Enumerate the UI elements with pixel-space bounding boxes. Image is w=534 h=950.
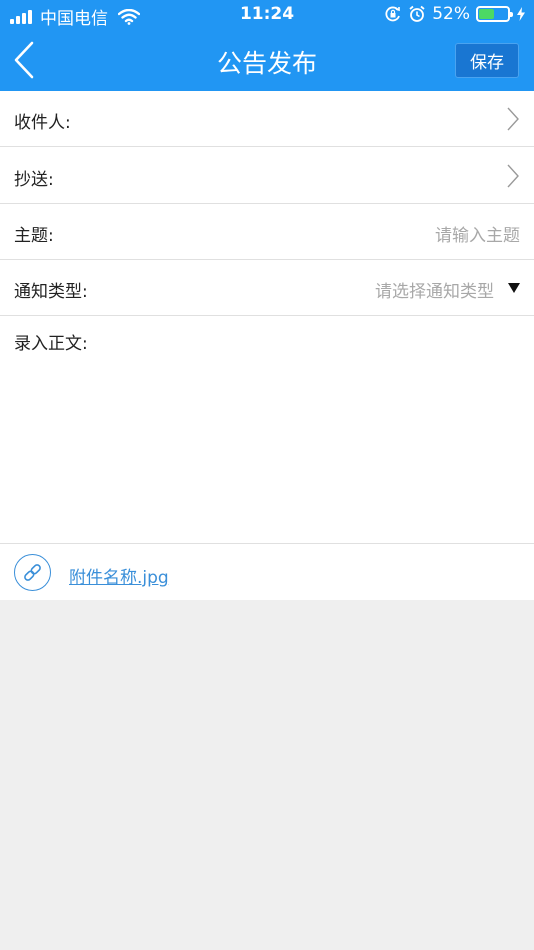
alarm-icon xyxy=(409,5,425,22)
link-icon-glyph xyxy=(24,564,41,581)
header: 中国电信 11:24 52% 公告发布 保存 xyxy=(0,0,534,91)
attachment-row: 附件名称.jpg xyxy=(0,545,534,600)
attachment-link[interactable]: 附件名称.jpg xyxy=(69,563,169,588)
battery-percent: 52% xyxy=(432,4,470,24)
save-button[interactable]: 保存 xyxy=(455,43,519,78)
recipient-row[interactable]: 收件人: xyxy=(0,91,534,147)
notice-type-label: 通知类型: xyxy=(14,282,88,302)
notice-type-select[interactable]: 请选择通知类型 xyxy=(375,277,494,302)
battery-icon xyxy=(476,6,513,22)
status-bar: 中国电信 11:24 52% xyxy=(0,0,534,30)
announcement-form: 收件人: 抄送: 主题: 请输入主题 通知类型: 请选择通知类型 录入正文: 附… xyxy=(0,91,534,600)
cc-row[interactable]: 抄送: xyxy=(0,148,534,204)
chevron-right-icon[interactable] xyxy=(506,106,520,132)
body-label: 录入正文: xyxy=(14,334,88,354)
subject-row[interactable]: 主题: 请输入主题 xyxy=(0,204,534,260)
caret-down-icon[interactable] xyxy=(508,282,520,294)
cc-label: 抄送: xyxy=(14,170,54,190)
charging-bolt-icon xyxy=(517,7,525,21)
rotation-lock-icon xyxy=(385,6,401,22)
body-text-area[interactable]: 录入正文: xyxy=(0,317,534,544)
battery-fill xyxy=(479,9,494,19)
chevron-right-icon[interactable] xyxy=(506,163,520,189)
navigation-bar: 公告发布 保存 xyxy=(0,30,534,91)
link-icon[interactable] xyxy=(14,554,51,591)
subject-input[interactable]: 请输入主题 xyxy=(435,221,520,246)
status-right: 52% xyxy=(384,4,526,24)
recipient-label: 收件人: xyxy=(14,113,71,133)
subject-label: 主题: xyxy=(14,226,54,246)
page-title: 公告发布 xyxy=(216,49,317,78)
notice-type-row[interactable]: 通知类型: 请选择通知类型 xyxy=(0,260,534,316)
